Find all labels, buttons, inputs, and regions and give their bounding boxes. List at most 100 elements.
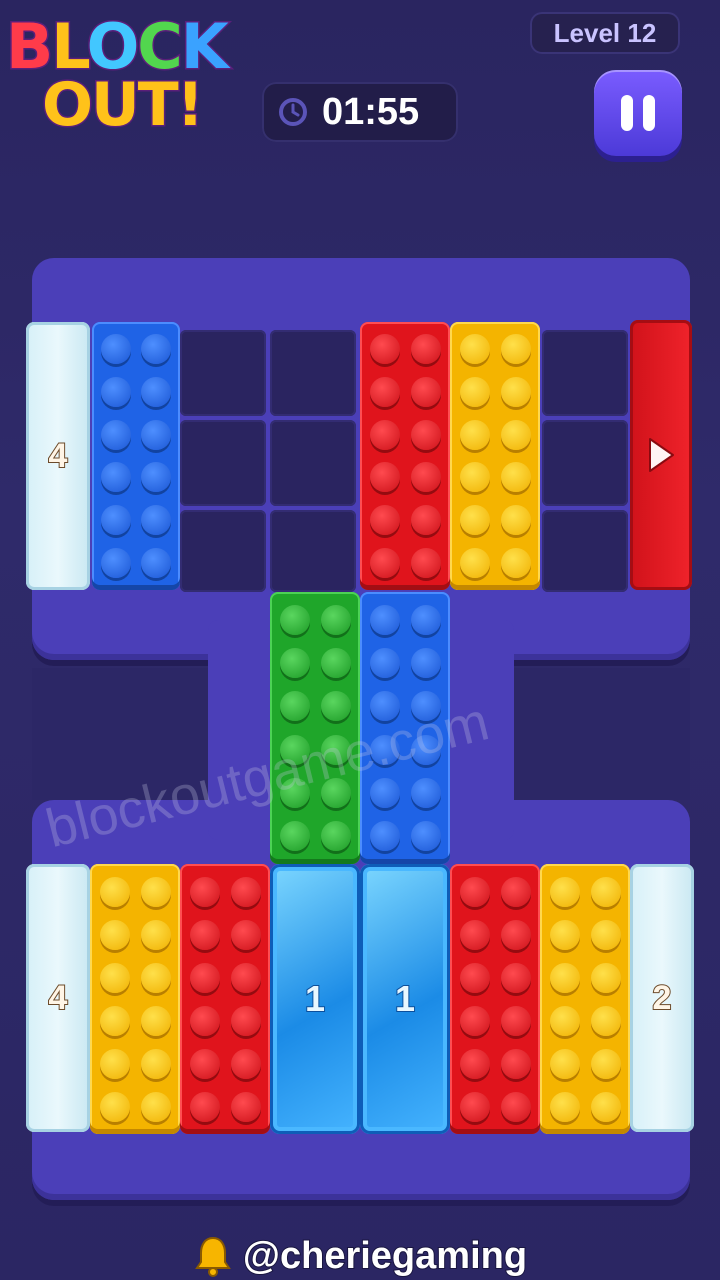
brick-stud bbox=[410, 647, 441, 678]
brick-stud bbox=[549, 1005, 580, 1036]
gate-bottom-left: 4 bbox=[26, 864, 90, 1132]
brick-stud bbox=[230, 876, 261, 907]
brick-stud bbox=[320, 604, 351, 635]
grid-cell bbox=[270, 420, 356, 506]
brick-stud bbox=[459, 962, 490, 993]
brick-stud bbox=[410, 504, 441, 535]
yellow-block[interactable] bbox=[450, 322, 540, 590]
timer-value: 01:55 bbox=[322, 90, 420, 133]
brick-stud bbox=[140, 1005, 171, 1036]
brick-stud bbox=[549, 876, 580, 907]
brick-stud bbox=[140, 1091, 171, 1122]
footer: @cheriegaming bbox=[0, 1232, 720, 1280]
brick-stud bbox=[459, 376, 490, 407]
brick-stud bbox=[279, 604, 310, 635]
brick-stud bbox=[99, 876, 130, 907]
brick-stud bbox=[189, 1091, 220, 1122]
brick-stud bbox=[590, 876, 621, 907]
blue-block[interactable] bbox=[92, 322, 180, 590]
brick-stud bbox=[410, 547, 441, 578]
brick-stud bbox=[459, 419, 490, 450]
brick-stud bbox=[549, 1091, 580, 1122]
brick-stud bbox=[459, 334, 490, 365]
brick-stud bbox=[141, 376, 171, 407]
yellow-block[interactable] bbox=[540, 864, 630, 1134]
gem-block[interactable]: 1 bbox=[270, 864, 360, 1134]
brick-stud bbox=[410, 821, 441, 852]
gem-counter: 1 bbox=[304, 977, 326, 1020]
brick-stud bbox=[549, 1048, 580, 1079]
red-block[interactable] bbox=[180, 864, 270, 1134]
brick-stud bbox=[500, 1048, 531, 1079]
brick-stud bbox=[101, 462, 131, 493]
brick-stud bbox=[140, 919, 171, 950]
brick-stud bbox=[410, 376, 441, 407]
brick-stud bbox=[140, 962, 171, 993]
pause-button[interactable] bbox=[594, 70, 682, 156]
brick-stud bbox=[320, 821, 351, 852]
gate-counter: 4 bbox=[48, 436, 69, 476]
grid-cell bbox=[542, 420, 628, 506]
brick-stud bbox=[459, 919, 490, 950]
brick-stud bbox=[230, 962, 261, 993]
grid-cell bbox=[542, 510, 628, 592]
grid-cell bbox=[180, 510, 266, 592]
brick-stud bbox=[320, 647, 351, 678]
brick-stud bbox=[500, 504, 531, 535]
brick-stud bbox=[410, 777, 441, 808]
brick-stud bbox=[101, 334, 131, 365]
brick-stud bbox=[549, 919, 580, 950]
brick-stud bbox=[369, 334, 400, 365]
brick-stud bbox=[369, 647, 400, 678]
clock-icon bbox=[279, 98, 307, 126]
brick-stud bbox=[459, 1091, 490, 1122]
brick-stud bbox=[320, 691, 351, 722]
brick-stud bbox=[141, 334, 171, 365]
brick-stud bbox=[459, 1048, 490, 1079]
level-badge: Level 12 bbox=[530, 12, 680, 54]
red-block[interactable] bbox=[360, 322, 450, 590]
brick-stud bbox=[459, 547, 490, 578]
brick-stud bbox=[189, 919, 220, 950]
exit-gate-top-right bbox=[630, 320, 692, 590]
brick-stud bbox=[230, 1005, 261, 1036]
brick-stud bbox=[230, 1048, 261, 1079]
brick-stud bbox=[141, 419, 171, 450]
gate-top-left: 4 bbox=[26, 322, 90, 590]
brick-stud bbox=[189, 1005, 220, 1036]
timer: 01:55 bbox=[262, 82, 458, 142]
yellow-block[interactable] bbox=[90, 864, 180, 1134]
brick-stud bbox=[410, 334, 441, 365]
brick-stud bbox=[590, 1091, 621, 1122]
brick-stud bbox=[99, 1048, 130, 1079]
gem-block[interactable]: 1 bbox=[360, 864, 450, 1134]
brick-stud bbox=[500, 419, 531, 450]
brick-stud bbox=[99, 919, 130, 950]
brick-stud bbox=[590, 1048, 621, 1079]
brick-stud bbox=[500, 547, 531, 578]
red-block[interactable] bbox=[450, 864, 540, 1134]
brick-stud bbox=[369, 419, 400, 450]
brick-stud bbox=[590, 1005, 621, 1036]
gate-counter: 2 bbox=[652, 978, 673, 1018]
grid-cell bbox=[180, 420, 266, 506]
brick-stud bbox=[279, 691, 310, 722]
brick-stud bbox=[459, 876, 490, 907]
brick-stud bbox=[101, 376, 131, 407]
pause-icon bbox=[621, 95, 633, 131]
brick-stud bbox=[140, 1048, 171, 1079]
brick-stud bbox=[230, 1091, 261, 1122]
brick-stud bbox=[141, 462, 171, 493]
brick-stud bbox=[369, 462, 400, 493]
brick-stud bbox=[189, 1048, 220, 1079]
grid-cell bbox=[180, 330, 266, 416]
brick-stud bbox=[230, 919, 261, 950]
game-logo: BLOCK OUT! bbox=[0, 0, 270, 150]
grid-cell bbox=[542, 330, 628, 416]
gate-bottom-right: 2 bbox=[630, 864, 694, 1132]
brick-stud bbox=[369, 504, 400, 535]
brick-stud bbox=[99, 962, 130, 993]
brick-stud bbox=[141, 547, 171, 578]
brick-stud bbox=[369, 604, 400, 635]
logo-title-bottom: OUT! bbox=[40, 69, 205, 142]
